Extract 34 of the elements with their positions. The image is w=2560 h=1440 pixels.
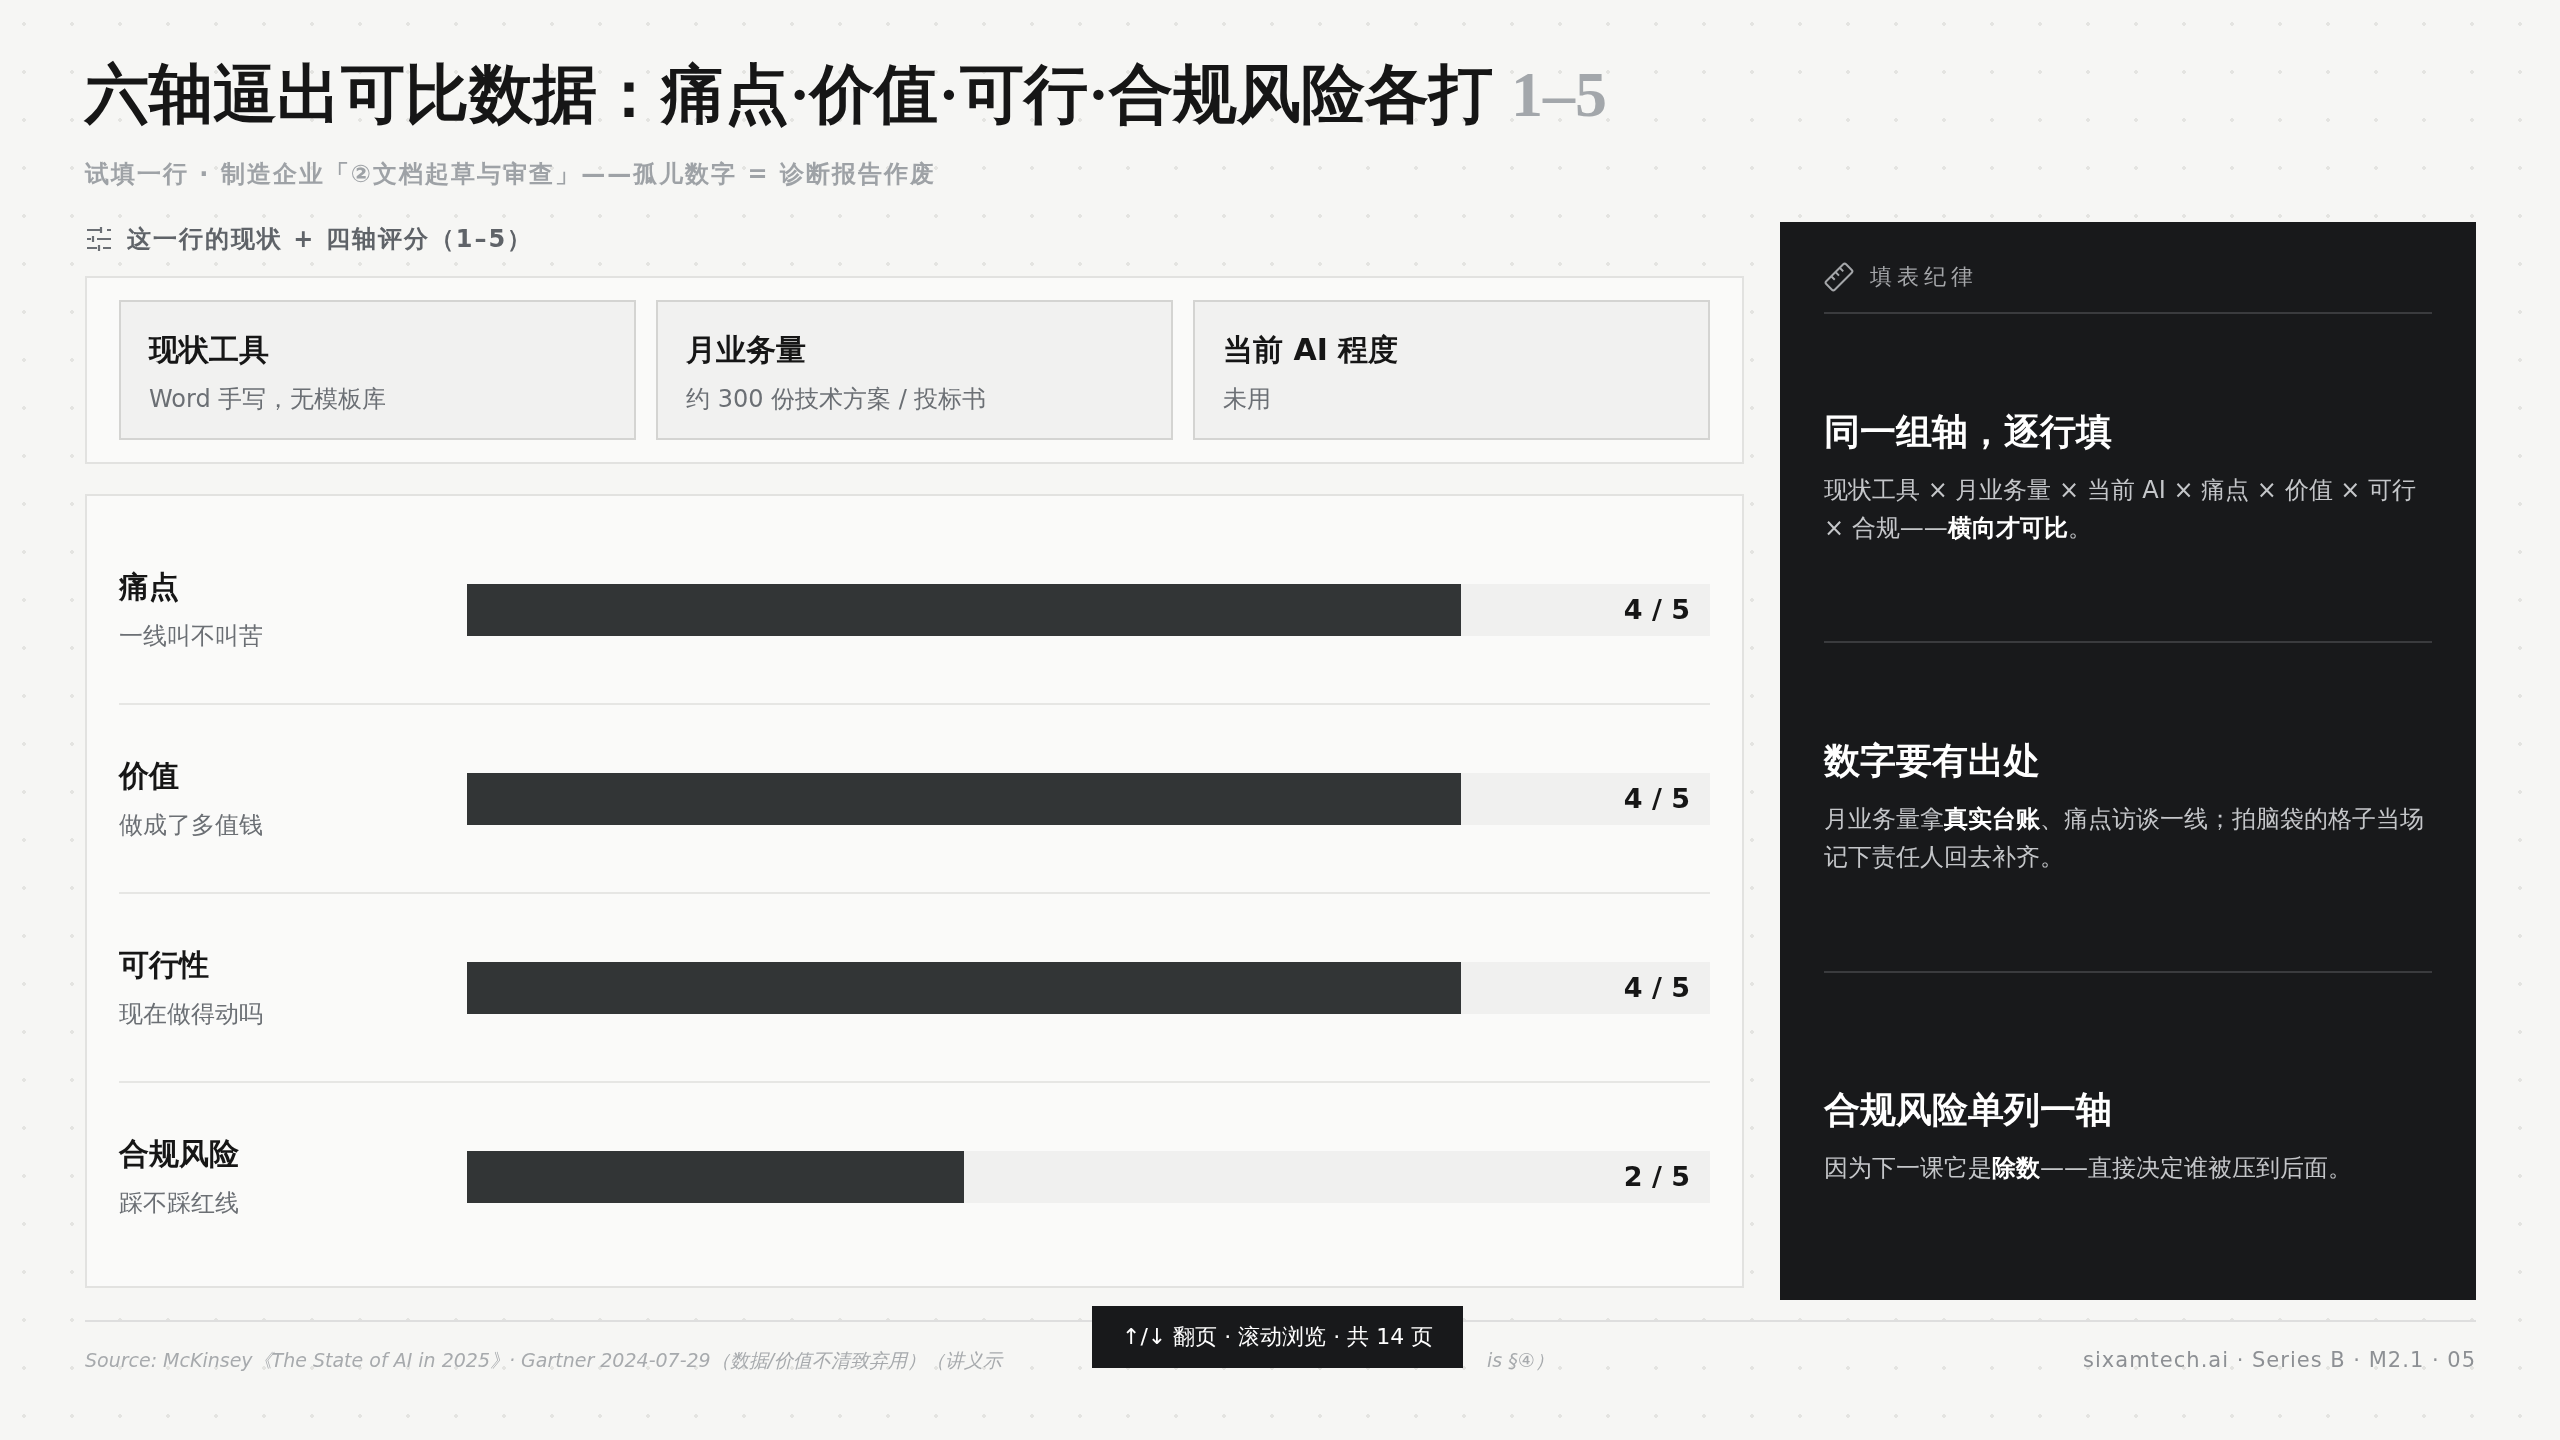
rule-heading: 合规风险单列一轴 [1824,1088,2113,1132]
score-reading: 4 / 5 [1623,781,1690,816]
axis-hint: 做成了多值钱 [119,810,264,841]
score-reading: 2 / 5 [1623,1159,1690,1194]
card-value: Word 手写，无模板库 [149,384,388,415]
ruler-icon [1824,262,1854,292]
card-title: 当前 AI 程度 [1223,331,1400,369]
panel-label: 填表纪律 [1870,263,1978,291]
card-title: 月业务量 [686,331,807,369]
score-reading: 4 / 5 [1623,970,1690,1005]
subtitle: 试填一行 · 制造企业「②文档起草与审查」——孤儿数字 = 诊断报告作废 [85,159,937,190]
card-title: 现状工具 [149,331,270,369]
section-label: 这一行的现状 + 四轴评分（1–5） [127,224,534,255]
axis-name: 痛点 [119,568,180,606]
sliders-icon [85,226,113,252]
navigation-hint: ↑/↓ 翻页 · 滚动浏览 · 共 14 页 [1092,1306,1464,1368]
source-note: Source: McKinsey《The State of AI in 2025》· Gartner 2024-07-29（数据/价值不清致弃用）（讲义示 [85,1348,1005,1373]
axis-name: 价值 [119,757,180,795]
axis-hint: 一线叫不叫苦 [119,621,264,652]
rule-text: 现状工具 × 月业务量 × 当前 AI × 痛点 × 价值 × 可行 × 合规——横向才可比。 [1824,475,2417,545]
card-value: 未用 [1223,384,1272,415]
slide-title: 六轴逼出可比数据：痛点·价值·可行·合规风险各打 1–5 [85,58,1609,132]
rule-text: 月业务量拿真实台账、痛点访谈一线；拍脑袋的格子当场记下责任人回去补齐。 [1824,804,2425,874]
score-reading: 4 / 5 [1623,592,1690,627]
axis-hint: 踩不踩红线 [119,1188,240,1219]
axis-hint: 现在做得动吗 [119,999,264,1030]
card-value: 约 300 份技术方案 / 投标书 [686,384,988,415]
axis-name: 合规风险 [119,1135,240,1173]
footer-credit: sixamtech.ai · Series B · M2.1 · 05 [2083,1348,2476,1374]
axis-name: 可行性 [119,946,210,984]
source-note: is §④） [1487,1348,1554,1373]
rule-heading: 数字要有出处 [1824,740,2041,784]
rule-heading: 同一组轴，逐行填 [1824,411,2113,455]
rule-text: 因为下一课它是除数——直接决定谁被压到后面。 [1824,1152,2353,1184]
